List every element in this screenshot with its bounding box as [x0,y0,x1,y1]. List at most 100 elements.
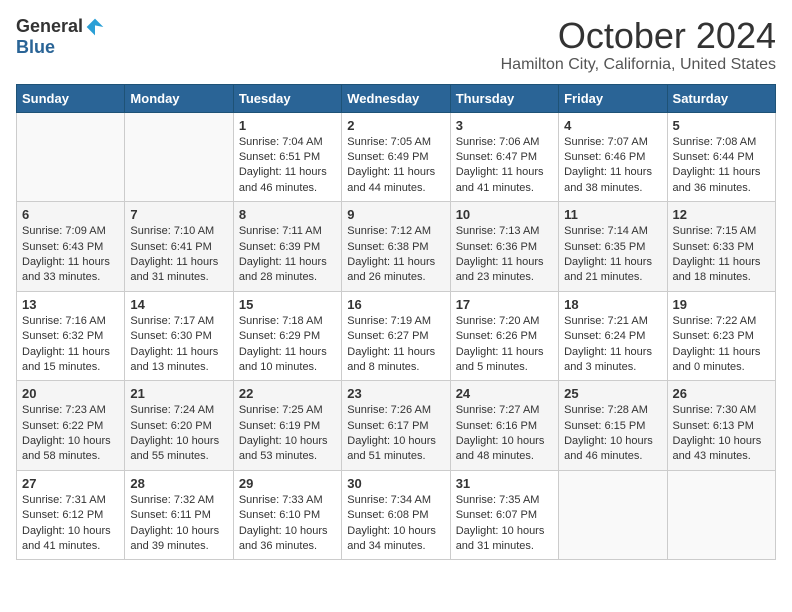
header-cell-friday: Friday [559,84,667,112]
calendar-cell: 25 Sunrise: 7:28 AMSunset: 6:15 PMDayligh… [559,381,667,471]
day-number: 29 [239,476,336,491]
day-number: 20 [22,386,119,401]
day-number: 17 [456,297,553,312]
calendar-cell: 10 Sunrise: 7:13 AMSunset: 6:36 PMDayligh… [450,202,558,292]
calendar-cell: 19Sunrise: 7:22 AMSunset: 6:23 PMDayligh… [667,291,775,381]
calendar-cell: 6Sunrise: 7:09 AMSunset: 6:43 PMDaylight… [17,202,125,292]
calendar-cell: 15Sunrise: 7:18 AMSunset: 6:29 PMDayligh… [233,291,341,381]
calendar-cell: 24Sunrise: 7:27 AMSunset: 6:16 PMDayligh… [450,381,558,471]
week-row-5: 27 Sunrise: 7:31 AMSunset: 6:12 PMDayligh… [17,470,776,560]
day-number: 2 [347,118,444,133]
day-number: 13 [22,297,119,312]
day-number: 31 [456,476,553,491]
day-info: Sunrise: 7:17 AMSunset: 6:30 PMDaylight:… [130,314,227,376]
day-number: 10 [456,207,553,222]
day-number: 9 [347,207,444,222]
calendar-cell: 7 Sunrise: 7:10 AMSunset: 6:41 PMDaylight… [125,202,233,292]
calendar-cell: 9 Sunrise: 7:12 AMSunset: 6:38 PMDaylight… [342,202,450,292]
calendar-cell: 28 Sunrise: 7:32 AMSunset: 6:11 PMDayligh… [125,470,233,560]
day-info: Sunrise: 7:28 AMSunset: 6:15 PMDaylight:… [564,403,661,465]
header-cell-monday: Monday [125,84,233,112]
day-number: 1 [239,118,336,133]
week-row-2: 6Sunrise: 7:09 AMSunset: 6:43 PMDaylight… [17,202,776,292]
title-area: October 2024 Hamilton City, California, … [501,16,776,74]
day-info: Sunrise: 7:19 AMSunset: 6:27 PMDaylight:… [347,314,444,376]
month-title: October 2024 [501,16,776,56]
calendar-cell [17,112,125,202]
day-number: 7 [130,207,227,222]
day-info: Sunrise: 7:05 AMSunset: 6:49 PMDaylight:… [347,135,444,197]
day-info: Sunrise: 7:16 AMSunset: 6:32 PMDaylight:… [22,314,119,376]
day-number: 27 [22,476,119,491]
day-info: Sunrise: 7:07 AMSunset: 6:46 PMDaylight:… [564,135,661,197]
week-row-3: 13 Sunrise: 7:16 AMSunset: 6:32 PMDayligh… [17,291,776,381]
day-info: Sunrise: 7:30 AMSunset: 6:13 PMDaylight:… [673,403,770,465]
calendar-cell: 3 Sunrise: 7:06 AMSunset: 6:47 PMDaylight… [450,112,558,202]
day-info: Sunrise: 7:10 AMSunset: 6:41 PMDaylight:… [130,224,227,286]
day-number: 26 [673,386,770,401]
header-cell-wednesday: Wednesday [342,84,450,112]
day-info: Sunrise: 7:14 AMSunset: 6:35 PMDaylight:… [564,224,661,286]
header-cell-thursday: Thursday [450,84,558,112]
calendar-cell: 1Sunrise: 7:04 AMSunset: 6:51 PMDaylight… [233,112,341,202]
calendar-cell: 4 Sunrise: 7:07 AMSunset: 6:46 PMDaylight… [559,112,667,202]
week-row-1: 1Sunrise: 7:04 AMSunset: 6:51 PMDaylight… [17,112,776,202]
week-row-4: 20 Sunrise: 7:23 AMSunset: 6:22 PMDayligh… [17,381,776,471]
day-info: Sunrise: 7:08 AMSunset: 6:44 PMDaylight:… [673,135,770,197]
day-number: 12 [673,207,770,222]
day-info: Sunrise: 7:35 AMSunset: 6:07 PMDaylight:… [456,493,553,555]
day-info: Sunrise: 7:24 AMSunset: 6:20 PMDaylight:… [130,403,227,465]
calendar-cell: 2 Sunrise: 7:05 AMSunset: 6:49 PMDaylight… [342,112,450,202]
day-info: Sunrise: 7:09 AMSunset: 6:43 PMDaylight:… [22,224,119,286]
day-number: 21 [130,386,227,401]
calendar-cell: 31 Sunrise: 7:35 AMSunset: 6:07 PMDayligh… [450,470,558,560]
logo-icon [85,17,105,37]
logo: General Blue [16,16,105,58]
day-number: 8 [239,207,336,222]
day-number: 11 [564,207,661,222]
calendar-cell: 26 Sunrise: 7:30 AMSunset: 6:13 PMDayligh… [667,381,775,471]
day-info: Sunrise: 7:23 AMSunset: 6:22 PMDaylight:… [22,403,119,465]
calendar-cell: 18 Sunrise: 7:21 AMSunset: 6:24 PMDayligh… [559,291,667,381]
calendar-header: SundayMondayTuesdayWednesdayThursdayFrid… [17,84,776,112]
header-row: SundayMondayTuesdayWednesdayThursdayFrid… [17,84,776,112]
day-info: Sunrise: 7:31 AMSunset: 6:12 PMDaylight:… [22,493,119,555]
calendar-cell: 20 Sunrise: 7:23 AMSunset: 6:22 PMDayligh… [17,381,125,471]
calendar-cell: 27 Sunrise: 7:31 AMSunset: 6:12 PMDayligh… [17,470,125,560]
day-number: 4 [564,118,661,133]
calendar-cell: 8 Sunrise: 7:11 AMSunset: 6:39 PMDaylight… [233,202,341,292]
logo-blue-text: Blue [16,37,55,57]
day-number: 3 [456,118,553,133]
day-info: Sunrise: 7:12 AMSunset: 6:38 PMDaylight:… [347,224,444,286]
calendar-cell: 23 Sunrise: 7:26 AMSunset: 6:17 PMDayligh… [342,381,450,471]
day-number: 28 [130,476,227,491]
day-info: Sunrise: 7:11 AMSunset: 6:39 PMDaylight:… [239,224,336,286]
day-info: Sunrise: 7:15 AMSunset: 6:33 PMDaylight:… [673,224,770,286]
day-number: 16 [347,297,444,312]
day-info: Sunrise: 7:32 AMSunset: 6:11 PMDaylight:… [130,493,227,555]
day-info: Sunrise: 7:06 AMSunset: 6:47 PMDaylight:… [456,135,553,197]
day-number: 25 [564,386,661,401]
header-cell-sunday: Sunday [17,84,125,112]
day-info: Sunrise: 7:26 AMSunset: 6:17 PMDaylight:… [347,403,444,465]
calendar-cell: 17 Sunrise: 7:20 AMSunset: 6:26 PMDayligh… [450,291,558,381]
day-number: 30 [347,476,444,491]
day-info: Sunrise: 7:20 AMSunset: 6:26 PMDaylight:… [456,314,553,376]
header-cell-tuesday: Tuesday [233,84,341,112]
header-cell-saturday: Saturday [667,84,775,112]
calendar-cell: 14Sunrise: 7:17 AMSunset: 6:30 PMDayligh… [125,291,233,381]
calendar-cell [667,470,775,560]
calendar-cell [125,112,233,202]
day-info: Sunrise: 7:27 AMSunset: 6:16 PMDaylight:… [456,403,553,465]
day-number: 18 [564,297,661,312]
calendar-cell [559,470,667,560]
calendar-body: 1Sunrise: 7:04 AMSunset: 6:51 PMDaylight… [17,112,776,560]
page-header: General Blue October 2024 Hamilton City,… [16,16,776,74]
day-number: 23 [347,386,444,401]
calendar-cell: 22Sunrise: 7:25 AMSunset: 6:19 PMDayligh… [233,381,341,471]
day-info: Sunrise: 7:13 AMSunset: 6:36 PMDaylight:… [456,224,553,286]
calendar-table: SundayMondayTuesdayWednesdayThursdayFrid… [16,84,776,561]
calendar-cell: 5Sunrise: 7:08 AMSunset: 6:44 PMDaylight… [667,112,775,202]
calendar-cell: 29Sunrise: 7:33 AMSunset: 6:10 PMDayligh… [233,470,341,560]
day-info: Sunrise: 7:21 AMSunset: 6:24 PMDaylight:… [564,314,661,376]
